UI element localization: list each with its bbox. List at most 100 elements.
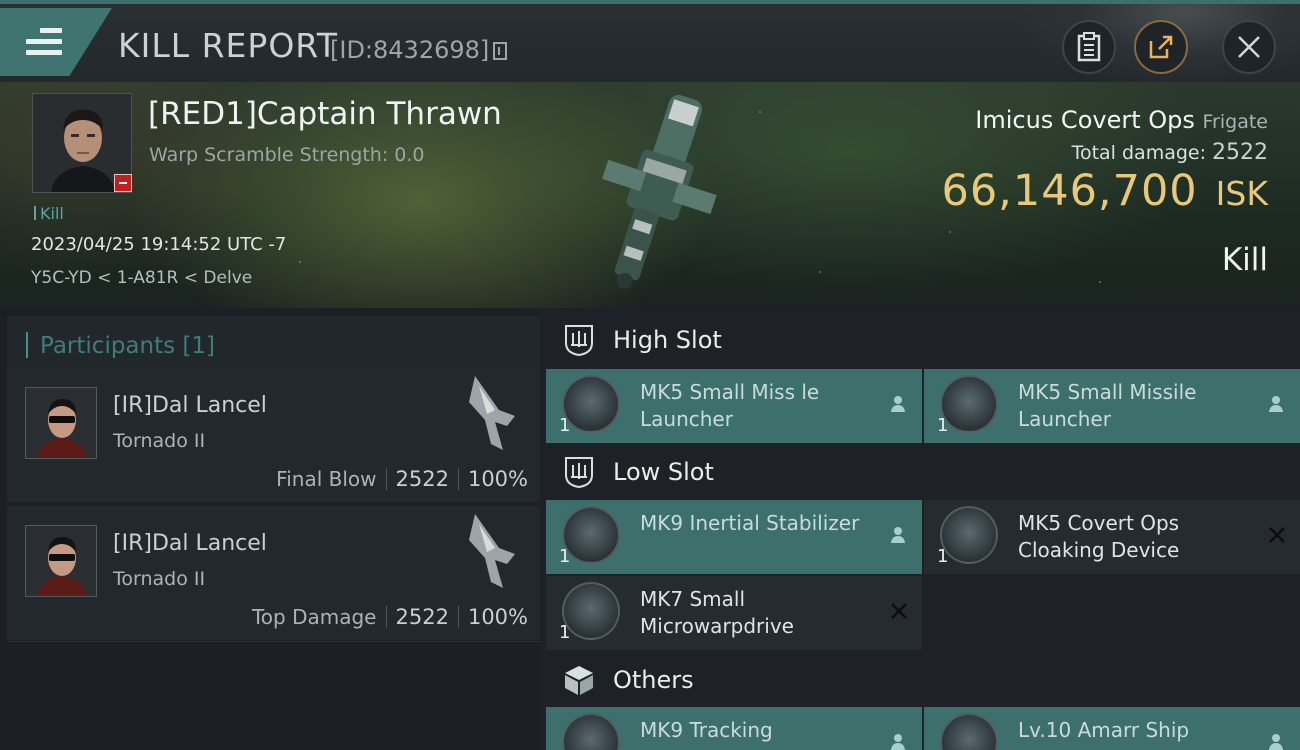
item-name: MK5 Small Missile Launcher [1018, 380, 1197, 431]
avatar[interactable] [25, 525, 97, 597]
stat-divider [457, 606, 459, 628]
ship-class: Frigate [1202, 111, 1268, 133]
missile-launcher-icon [940, 375, 998, 433]
kill-tag: Kill [34, 204, 64, 223]
header-accent-bar [26, 332, 28, 358]
low-slot-icon [565, 457, 593, 489]
close-icon [1238, 36, 1260, 58]
item-quantity: 1 [559, 546, 571, 567]
others-header: Others [562, 660, 694, 700]
item-name: MK9 Tracking [640, 718, 773, 742]
share-icon [1149, 35, 1173, 59]
share-button[interactable] [1134, 20, 1188, 74]
item-name: Lv.10 Amarr Ship [1018, 718, 1190, 742]
item-name: MK5 Covert Ops Cloaking Device [1018, 511, 1180, 562]
stat-divider [385, 468, 387, 490]
isk-value: 66,146,700 ISK [941, 166, 1268, 216]
stat-divider [457, 468, 459, 490]
participant-damage: 2522 [395, 467, 449, 491]
participant-ship: Tornado II [113, 430, 206, 452]
item-quantity: 1 [559, 622, 571, 643]
module-item[interactable]: MK9 Tracking [546, 707, 922, 750]
total-damage-value: 2522 [1212, 140, 1268, 165]
item-quantity: 1 [559, 415, 571, 436]
pilot-icon [1269, 396, 1283, 412]
item-name: MK9 Inertial Stabilizer [640, 511, 860, 535]
participant-portrait-image [26, 388, 96, 458]
participant-portrait-image [26, 526, 96, 596]
participant-stats: Top Damage 2522 100% [252, 605, 528, 629]
participants-title: Participants [1] [40, 333, 215, 359]
missile-launcher-icon [562, 375, 620, 433]
high-slot-label: High Slot [613, 326, 722, 354]
clipboard-icon [1077, 32, 1101, 62]
item-quantity: 1 [937, 415, 949, 436]
ship-skill-icon [940, 713, 998, 750]
pilot-icon [891, 734, 905, 750]
hamburger-icon [26, 28, 62, 56]
item-name: MK5 Small Miss le Launcher [640, 380, 820, 431]
low-slot-label: Low Slot [613, 458, 714, 486]
fitting-panel: High Slot 1 MK5 Small Miss le Launcher 1… [540, 308, 1300, 750]
participant-percent: 100% [467, 467, 528, 491]
participant-percent: 100% [467, 605, 528, 629]
menu-button[interactable] [0, 8, 112, 76]
total-damage: Total damage: 2522 [1072, 140, 1268, 165]
cloaking-device-icon [940, 506, 998, 564]
avatar[interactable] [25, 387, 97, 459]
ship-type: Imicus Covert Ops [975, 106, 1195, 134]
participants-panel: Participants [1] [IR]Dal Lancel Tornado … [0, 308, 540, 750]
participant-row[interactable]: [IR]Dal Lancel Tornado II Top Damage 2522… [7, 506, 540, 640]
isk-unit: ISK [1215, 174, 1268, 213]
module-item[interactable]: 1 MK5 Small Miss le Launcher [546, 369, 922, 443]
cargo-box-icon [565, 666, 593, 695]
participant-name: [IR]Dal Lancel [113, 393, 267, 418]
tracking-module-icon [562, 713, 620, 750]
module-item[interactable]: 1 MK7 Small Microwarpdrive [546, 576, 922, 650]
participant-name: [IR]Dal Lancel [113, 531, 267, 556]
top-bar: KILL REPORT [ID:8432698] [0, 0, 1300, 86]
participant-row[interactable]: [IR]Dal Lancel Tornado II Final Blow 2522… [7, 368, 540, 502]
kill-location[interactable]: Y5C-YD < 1-A81R < Delve [31, 268, 252, 288]
clipboard-button[interactable] [1062, 20, 1116, 74]
isk-amount: 66,146,700 [941, 166, 1198, 216]
pilot-icon [891, 396, 905, 412]
page-title: KILL REPORT [118, 26, 338, 65]
victim-name[interactable]: [RED1]Captain Thrawn [148, 96, 502, 132]
module-item[interactable]: 1 MK5 Small Missile Launcher [924, 369, 1300, 443]
kill-datetime: 2023/04/25 19:14:52 UTC -7 [31, 234, 287, 255]
participants-header[interactable]: Participants [1] [7, 316, 540, 372]
participant-ship-image[interactable] [455, 374, 525, 452]
pilot-icon [891, 527, 905, 543]
participant-role: Top Damage [251, 605, 377, 629]
low-slot-header: Low Slot [562, 452, 714, 492]
total-damage-label: Total damage: [1071, 142, 1206, 164]
report-id-text: [ID:8432698] [330, 36, 490, 64]
participant-ship: Tornado II [113, 568, 206, 590]
item-quantity: 1 [937, 546, 949, 567]
ship-name[interactable]: Imicus Covert Ops Frigate [975, 106, 1268, 134]
microwarpdrive-icon [562, 582, 620, 640]
others-label: Others [613, 666, 694, 694]
kill-summary: [RED1]Captain Thrawn Warp Scramble Stren… [0, 82, 1300, 308]
module-item[interactable]: 1 MK5 Covert Ops Cloaking Device [924, 500, 1300, 574]
report-id: [ID:8432698] [330, 36, 508, 64]
participant-stats: Final Blow 2522 100% [276, 467, 528, 491]
divider [7, 641, 540, 642]
inertial-stabilizer-icon [562, 506, 620, 564]
participant-ship-image[interactable] [455, 512, 525, 590]
module-item[interactable]: Lv.10 Amarr Ship [924, 707, 1300, 750]
warp-scramble-strength: Warp Scramble Strength: 0.0 [149, 144, 425, 166]
participant-damage: 2522 [395, 605, 449, 629]
high-slot-header: High Slot [562, 320, 722, 360]
victim-ship-image[interactable] [570, 84, 740, 304]
module-item[interactable]: 1 MK9 Inertial Stabilizer [546, 500, 922, 574]
pilot-icon [1269, 734, 1283, 750]
close-button[interactable] [1222, 20, 1276, 74]
kill-result: Kill [1221, 242, 1268, 278]
destroyed-x-icon [891, 603, 907, 619]
copy-icon[interactable] [493, 42, 508, 60]
item-name: MK7 Small Microwarpdrive [640, 587, 794, 638]
destroyed-x-icon [1269, 527, 1285, 543]
destroyed-badge [114, 174, 132, 192]
